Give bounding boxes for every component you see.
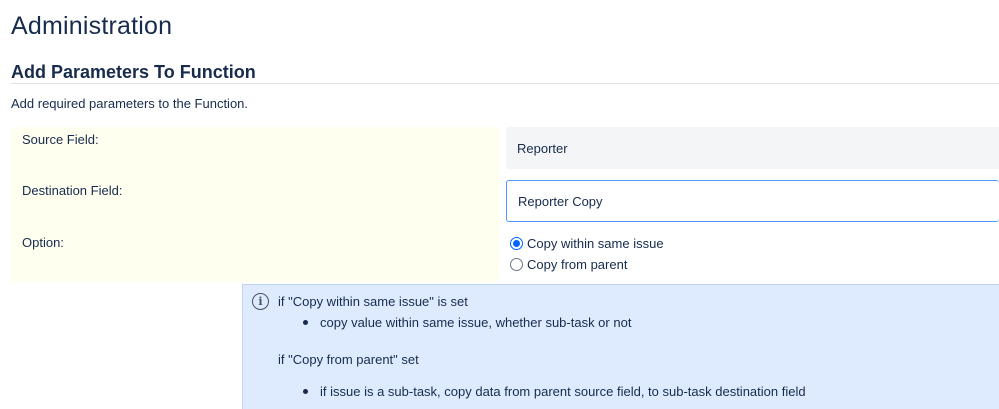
option-radio-copy-from-parent[interactable]: Copy from parent <box>510 257 627 272</box>
info-icon: i <box>252 293 269 310</box>
radio-label: Copy within same issue <box>527 236 664 251</box>
info-bullet-text: copy value within same issue, whether su… <box>320 315 632 330</box>
option-label: Option: <box>22 235 64 250</box>
section-description: Add required parameters to the Function. <box>11 96 249 111</box>
info-bullet: copy value within same issue, whether su… <box>303 315 631 330</box>
radio-label: Copy from parent <box>527 257 628 272</box>
destination-field-label: Destination Field: <box>22 183 123 198</box>
section-divider <box>11 83 999 84</box>
bullet-dot <box>303 320 308 325</box>
source-field-label: Source Field: <box>22 132 99 147</box>
info-panel: i if "Copy within same issue" is set cop… <box>242 284 999 409</box>
bullet-dot <box>303 389 308 394</box>
info-heading: if "Copy within same issue" is set <box>278 294 468 309</box>
option-radio-copy-within-same-issue[interactable]: Copy within same issue <box>510 236 664 251</box>
info-heading: if "Copy from parent" set <box>278 352 419 367</box>
info-bullet: if issue is a sub-task, copy data from p… <box>303 384 806 399</box>
label-column: Source Field: Destination Field: Option: <box>11 127 499 282</box>
radio-checked-icon[interactable] <box>510 237 523 250</box>
destination-field-input[interactable]: Reporter Copy <box>506 180 999 222</box>
source-field-value: Reporter <box>506 127 999 169</box>
page-title: Administration <box>11 12 173 40</box>
radio-unchecked-icon[interactable] <box>510 258 523 271</box>
info-bullet-text: if issue is a sub-task, copy data from p… <box>320 384 806 399</box>
section-title: Add Parameters To Function <box>11 62 256 82</box>
